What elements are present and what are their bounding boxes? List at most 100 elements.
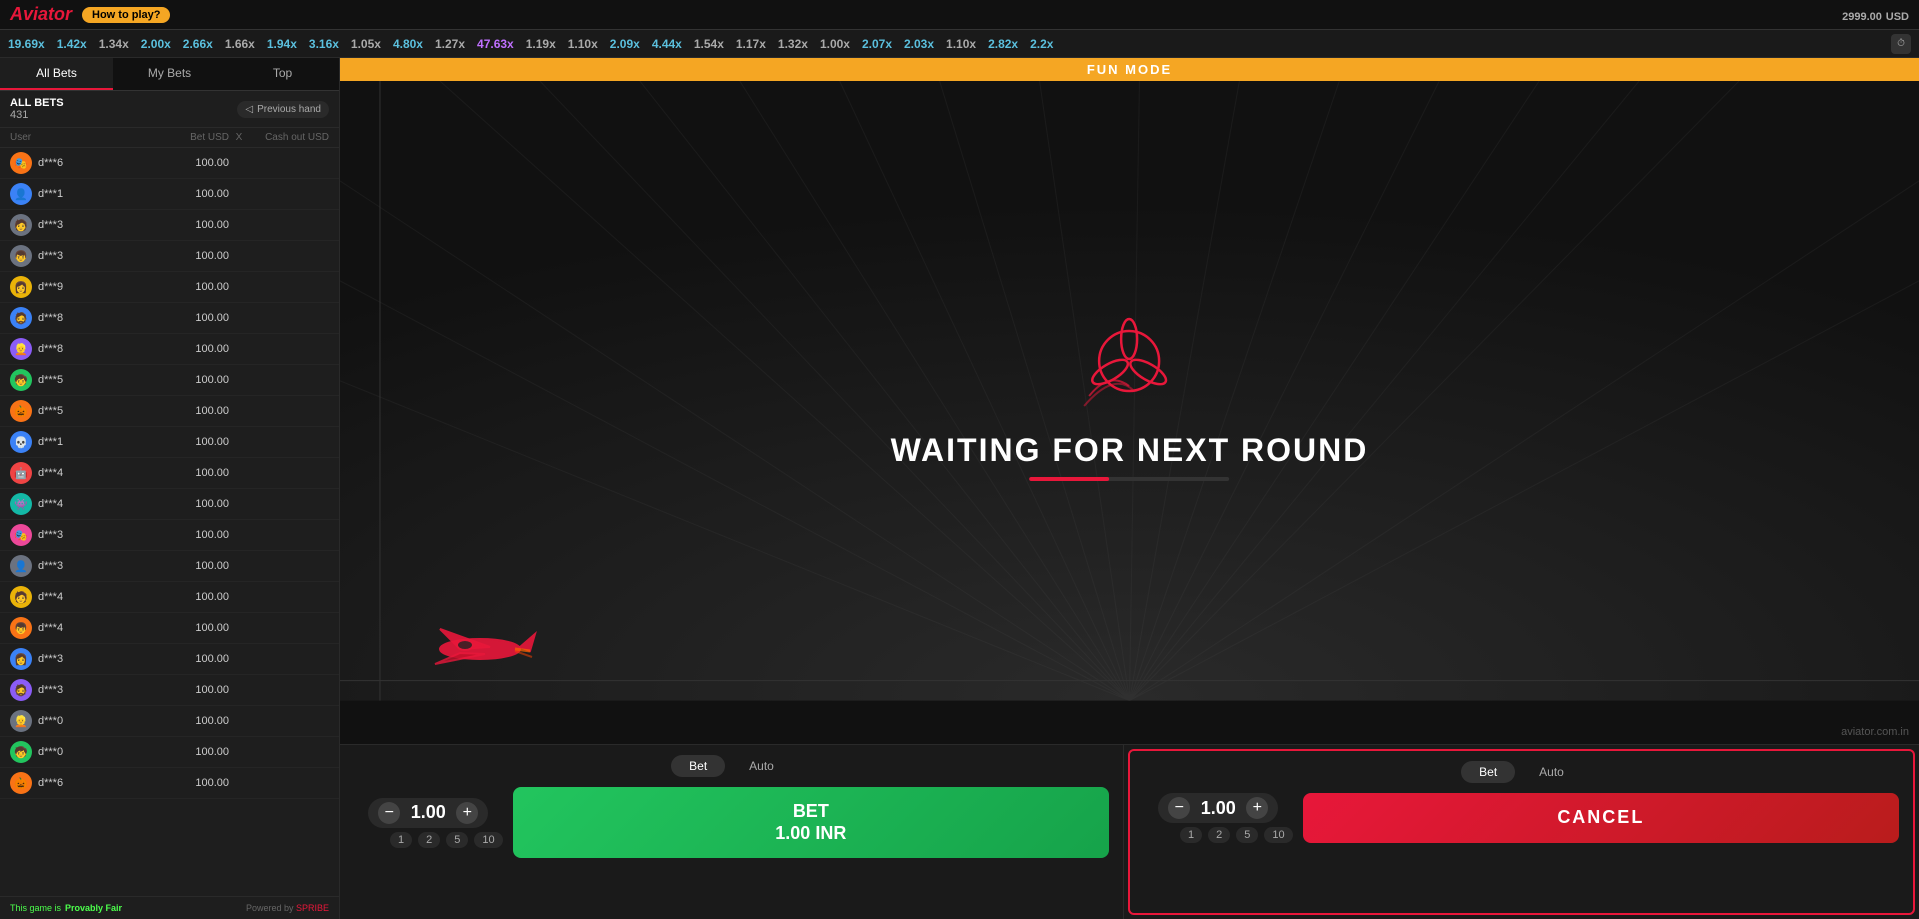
shortcut-2-2[interactable]: 2 — [1208, 827, 1230, 843]
waiting-container: WAITING FOR NEXT ROUND — [891, 311, 1369, 481]
mult-item[interactable]: 2.66x — [183, 37, 213, 51]
username: d***3 — [38, 684, 149, 696]
bet-button-1[interactable]: BET 1.00 INR — [513, 787, 1109, 858]
mult-item[interactable]: 2.09x — [610, 37, 640, 51]
bet-row: 🧔 d***8 100.00 — [0, 303, 339, 334]
username: d***3 — [38, 250, 149, 262]
cancel-button[interactable]: CANCEL — [1303, 793, 1899, 843]
shortcut-5-1[interactable]: 5 — [446, 832, 468, 848]
bet-row-1: − 1.00 + 1 2 5 10 BET 1.00 INR — [354, 787, 1109, 858]
avatar: 👦 — [10, 245, 32, 267]
mult-item[interactable]: 1.27x — [435, 37, 465, 51]
avatar: 👾 — [10, 493, 32, 515]
sidebar-tab-mybets[interactable]: My Bets — [113, 58, 226, 90]
balance-currency: USD — [1886, 11, 1909, 23]
bet-amount: 100.00 — [149, 219, 229, 231]
sidebar-tab-top[interactable]: Top — [226, 58, 339, 90]
mult-item[interactable]: 1.94x — [267, 37, 297, 51]
shortcut-10-2[interactable]: 10 — [1264, 827, 1292, 843]
bet-row: 🧑 d***3 100.00 — [0, 210, 339, 241]
username: d***0 — [38, 715, 149, 727]
bet-amount: 100.00 — [149, 281, 229, 293]
bet-row: 👤 d***1 100.00 — [0, 179, 339, 210]
bet-row: 🎭 d***6 100.00 — [0, 148, 339, 179]
bet-row: 🎃 d***6 100.00 — [0, 768, 339, 799]
mult-item[interactable]: 1.10x — [946, 37, 976, 51]
shortcut-2-1[interactable]: 2 — [418, 832, 440, 848]
mult-item[interactable]: 1.00x — [820, 37, 850, 51]
username: d***4 — [38, 622, 149, 634]
mult-item[interactable]: 1.32x — [778, 37, 808, 51]
shortcut-1-2[interactable]: 1 — [1180, 827, 1202, 843]
panel-tabs-2: Bet Auto — [1144, 761, 1899, 783]
bet-amount: 100.00 — [149, 343, 229, 355]
col-x-header: X — [229, 132, 249, 143]
stepper-plus-1[interactable]: + — [456, 802, 478, 824]
bet-amount: 100.00 — [149, 777, 229, 789]
avatar: 🎃 — [10, 400, 32, 422]
mult-bar-right: ⏱ — [1891, 34, 1911, 54]
shortcut-1-1[interactable]: 1 — [390, 832, 412, 848]
bottom-panels: Bet Auto − 1.00 + 1 2 5 — [340, 744, 1919, 919]
mult-item[interactable]: 2.03x — [904, 37, 934, 51]
stepper-plus-2[interactable]: + — [1246, 797, 1268, 819]
avatar: 👩 — [10, 648, 32, 670]
sidebar-header: ALL BETS 431 ◁ Previous hand — [0, 91, 339, 128]
shortcut-10-1[interactable]: 10 — [474, 832, 502, 848]
stepper-minus-1[interactable]: − — [378, 802, 400, 824]
col-user-header: User — [10, 132, 149, 143]
mult-item[interactable]: 1.42x — [57, 37, 87, 51]
bet-amount: 100.00 — [149, 312, 229, 324]
col-bet-header: Bet USD — [149, 132, 229, 143]
username: d***4 — [38, 591, 149, 603]
prev-hand-button[interactable]: ◁ Previous hand — [237, 101, 329, 118]
mult-item[interactable]: 1.34x — [99, 37, 129, 51]
provably-fair-text: Provably Fair — [65, 903, 122, 913]
multiplier-bar: 19.69x 1.42x 1.34x 2.00x 2.66x 1.66x 1.9… — [0, 30, 1919, 58]
sidebar-tab-allbets[interactable]: All Bets — [0, 58, 113, 90]
history-icon[interactable]: ⏱ — [1891, 34, 1911, 54]
fun-mode-bar: FUN MODE — [340, 58, 1919, 81]
stepper-minus-2[interactable]: − — [1168, 797, 1190, 819]
mult-item[interactable]: 1.66x — [225, 37, 255, 51]
mult-item[interactable]: 2.07x — [862, 37, 892, 51]
auto-tab-2[interactable]: Auto — [1521, 761, 1582, 783]
mult-item[interactable]: 4.44x — [652, 37, 682, 51]
avatar: 🎭 — [10, 524, 32, 546]
bet-btn-line1: BET — [523, 801, 1099, 823]
avatar: 🧔 — [10, 307, 32, 329]
how-to-play-button[interactable]: How to play? — [82, 7, 170, 23]
stepper-value-2: 1.00 — [1198, 798, 1238, 819]
mult-item[interactable]: 1.10x — [568, 37, 598, 51]
bet-tab-2[interactable]: Bet — [1461, 761, 1515, 783]
bet-tab-1[interactable]: Bet — [671, 755, 725, 777]
mult-item[interactable]: 3.16x — [309, 37, 339, 51]
auto-tab-1[interactable]: Auto — [731, 755, 792, 777]
mult-item[interactable]: 1.17x — [736, 37, 766, 51]
all-bets-title: ALL BETS — [10, 97, 64, 109]
amount-stepper-1: − 1.00 + — [368, 798, 488, 828]
avatar: 🎃 — [10, 772, 32, 794]
mult-item[interactable]: 4.80x — [393, 37, 423, 51]
bet-amount: 100.00 — [149, 684, 229, 696]
avatar: 🎭 — [10, 152, 32, 174]
username: d***9 — [38, 281, 149, 293]
shortcut-5-2[interactable]: 5 — [1236, 827, 1258, 843]
mult-item[interactable]: 2.00x — [141, 37, 171, 51]
avatar: 🧔 — [10, 679, 32, 701]
mult-item[interactable]: 19.69x — [8, 37, 45, 51]
bet-amount: 100.00 — [149, 436, 229, 448]
mult-item[interactable]: 1.54x — [694, 37, 724, 51]
bet-btn-line2: 1.00 INR — [523, 823, 1099, 845]
mult-item[interactable]: 2.82x — [988, 37, 1018, 51]
balance-display: 2999.00 USD — [1842, 7, 1909, 23]
mult-item[interactable]: 1.19x — [526, 37, 556, 51]
amount-shortcuts-1: 1 2 5 10 — [354, 832, 503, 848]
mult-item[interactable]: 1.05x — [351, 37, 381, 51]
mult-item[interactable]: 2.2x — [1030, 37, 1053, 51]
bet-amount: 100.00 — [149, 405, 229, 417]
username: d***6 — [38, 777, 149, 789]
bet-amount: 100.00 — [149, 591, 229, 603]
panel-tabs-1: Bet Auto — [354, 755, 1109, 777]
mult-item[interactable]: 47.63x — [477, 37, 514, 51]
